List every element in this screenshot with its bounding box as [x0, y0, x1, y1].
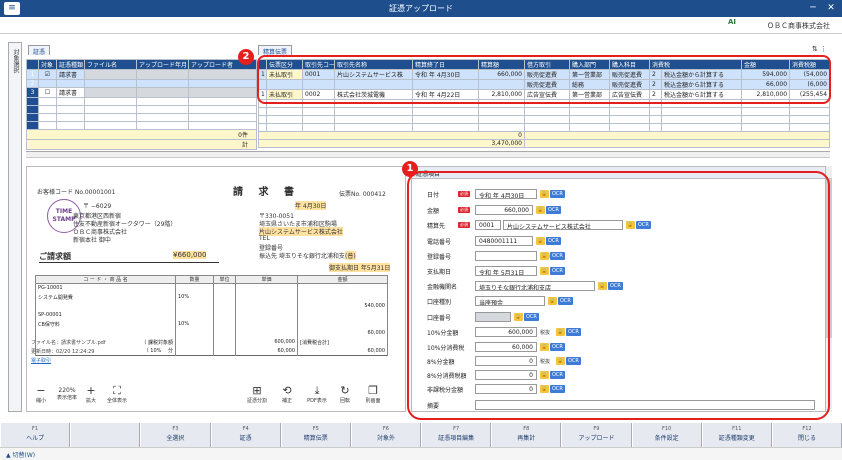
preview-toolbar: − 縮小 220% 表示倍率 + 拡大 ⛶ 全体表示 ⊞ 証憑分割 ⟲ 補正 ⤓ PDF表示 … — [30, 385, 406, 412]
zoom-out-icon: − — [36, 384, 46, 397]
highlight-box-2 — [257, 55, 831, 104]
function-key-bar: F1 ヘルプ F3 全選択 F4 証憑 F5 精算伝票 F6 対象外 F7 証憑項目編集 F8 再集計 F9… — [0, 423, 842, 447]
split-icon: ⊞ — [252, 384, 262, 397]
tab-voucher[interactable]: 証憑 — [28, 45, 51, 56]
table-row[interactable]: 3 ☐ 請求書 — [26, 87, 257, 98]
tab-settlement[interactable]: 精算伝票 — [258, 45, 293, 56]
highlight-box-1 — [407, 171, 830, 420]
fkey-f5[interactable]: F5 精算伝票 — [280, 423, 351, 447]
minimize-icon[interactable]: ─ — [806, 2, 820, 15]
col-upload-date[interactable]: アップロード年月 — [136, 59, 189, 70]
separate-window-button[interactable]: ❐ 別画面 — [360, 384, 386, 405]
fkey-f7[interactable]: F7 証憑項目編集 — [421, 423, 492, 447]
fkey-f4[interactable]: F4 証憑 — [210, 423, 281, 447]
footer-count: 0件 — [26, 129, 257, 140]
app-menu-icon[interactable]: ≡ — [4, 2, 20, 15]
col-filename[interactable]: ファイル名 — [84, 59, 137, 70]
fkey-blank[interactable] — [70, 423, 141, 447]
invoice-total: ¥660,000 — [173, 251, 207, 259]
fkey-f9[interactable]: F9 アップロード — [561, 423, 632, 447]
zoom-level: 220% 表示倍率 — [56, 387, 77, 401]
zoom-in-icon: + — [86, 384, 96, 397]
fit-page-icon: ⛶ — [113, 384, 121, 397]
sort-icon[interactable]: ⇅ ⋮ — [812, 45, 827, 53]
split-button[interactable]: ⊞ 証憑分割 — [244, 384, 270, 405]
fkey-f11[interactable]: F11 証憑種類変更 — [701, 423, 772, 447]
status-bar: ▲ 切替(W) — [0, 447, 842, 460]
callout-badge-2: 2 — [238, 49, 254, 65]
rotate-icon: ↻ — [340, 384, 350, 397]
window-title: 証憑アップロード — [389, 4, 453, 13]
ai-logo: AI — [728, 18, 737, 26]
row-checkbox[interactable]: ☐ — [38, 87, 57, 98]
invoice-preview[interactable]: お客様コード No.00001001 請 求 書 伝票No. 000412 年 … — [26, 166, 406, 412]
footer-total-label: 計 — [26, 139, 257, 150]
zoom-out-button[interactable]: − 縮小 — [32, 384, 50, 405]
fkey-f6[interactable]: F6 対象外 — [350, 423, 422, 447]
file-info: ファイル名：請求書サンプル.pdf 更新日時：02/20 12:24:29 電子… — [31, 340, 106, 366]
voucher-grid: 対象 証憑種類 ファイル名 アップロード年月 アップロード者 1 ☑ 請求書 2 3… — [26, 59, 257, 150]
fkey-f10[interactable]: F10 条件設定 — [631, 423, 702, 447]
table-row[interactable]: 2 — [26, 79, 257, 88]
table-row[interactable]: 1 ☑ 請求書 — [26, 69, 257, 80]
company-name: ＯＢＣ商事株式会社 — [767, 22, 830, 30]
callout-badge-1: 1 — [402, 161, 418, 177]
toggle-label[interactable]: 切替(W) — [13, 452, 36, 459]
correct-button[interactable]: ⟲ 補正 — [274, 384, 300, 405]
fkey-f1[interactable]: F1 ヘルプ — [0, 423, 71, 447]
invoice-title: 請 求 書 — [233, 187, 300, 198]
close-icon[interactable]: ✕ — [824, 2, 838, 15]
col-type[interactable]: 証憑種類 — [56, 59, 85, 70]
pdf-view-button[interactable]: ⤓ PDF表示 — [304, 384, 330, 405]
rotate-button[interactable]: ↻ 回転 — [334, 384, 356, 405]
zoom-in-button[interactable]: + 拡大 — [82, 384, 100, 405]
fit-page-button[interactable]: ⛶ 全体表示 — [104, 384, 130, 405]
e-transaction-link[interactable]: 電子取引 — [31, 357, 106, 366]
footer-amount-total: 3,470,000 — [258, 139, 525, 148]
window-icon: ❐ — [368, 384, 378, 397]
crop-icon: ⟲ — [282, 384, 292, 397]
col-target[interactable]: 対象 — [38, 59, 57, 70]
fkey-f3[interactable]: F3 全選択 — [140, 423, 211, 447]
footer-amount-0: 0 — [258, 131, 525, 140]
row-checkbox[interactable]: ☑ — [38, 69, 57, 80]
pdf-icon: ⤓ — [314, 384, 320, 397]
target-select-sidebar[interactable]: 対象選択 — [8, 42, 22, 412]
fkey-f12[interactable]: F12 閉じる — [771, 423, 842, 447]
pane-splitter[interactable] — [26, 151, 830, 158]
title-bar: ≡ 証憑アップロード ─ ✕ — [0, 0, 842, 17]
brand-bar: AI ＯＢＣ商事株式会社 — [0, 17, 842, 34]
sidebar-label: 対象選択 — [12, 49, 19, 73]
fkey-f8[interactable]: F8 再集計 — [491, 423, 562, 447]
